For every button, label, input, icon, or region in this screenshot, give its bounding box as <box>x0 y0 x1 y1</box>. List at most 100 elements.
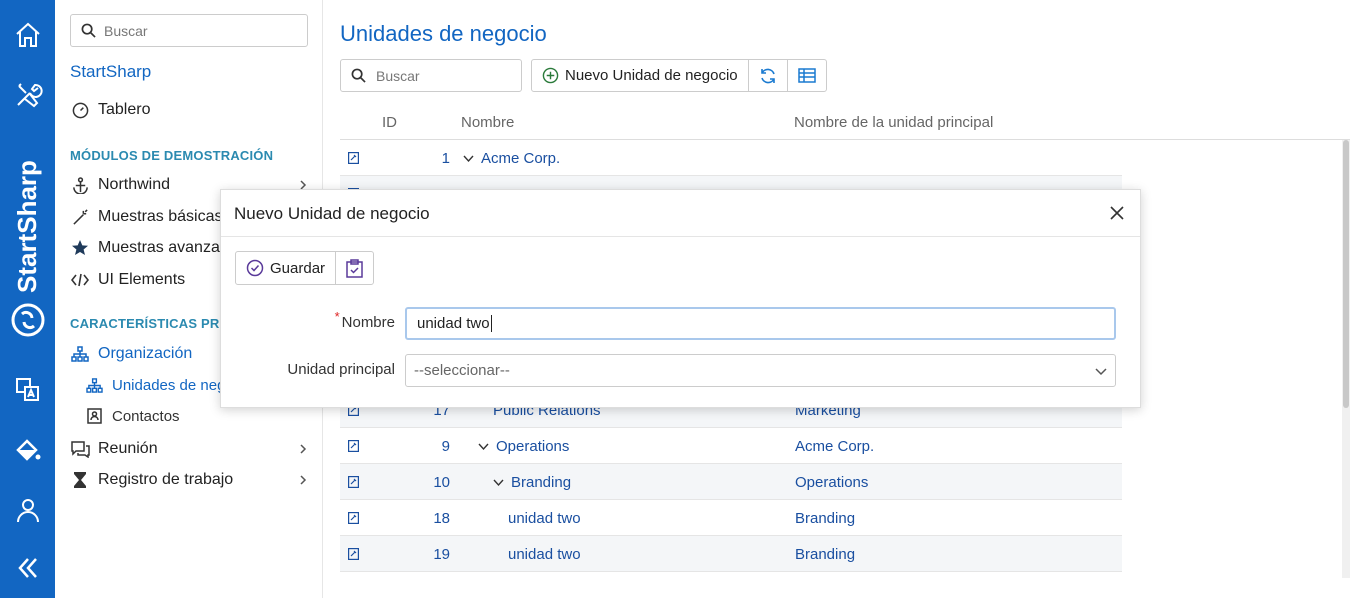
cell-id: 10 <box>433 474 450 491</box>
sidebar-item-label: Contactos <box>112 407 180 425</box>
parent-unit-placeholder: --seleccionar-- <box>414 362 510 379</box>
sidebar-item-contacts[interactable]: Contactos <box>85 405 180 427</box>
cell-name-text: Acme Corp. <box>481 150 561 167</box>
code-icon <box>70 270 90 290</box>
table-row: 10 Branding Operations <box>340 464 1122 500</box>
speedometer-icon <box>70 100 90 120</box>
wand-icon <box>70 207 90 227</box>
column-header-id[interactable]: ID <box>382 114 397 131</box>
cell-name[interactable]: Branding <box>493 474 571 491</box>
dialog-toolbar: Guardar <box>235 251 375 285</box>
app-rail: StartSharp <box>0 0 55 598</box>
edit-row-icon[interactable] <box>348 439 360 453</box>
user-icon[interactable] <box>0 490 55 530</box>
name-field-label: * Nombre <box>225 309 395 331</box>
app-title[interactable]: StartSharp <box>70 62 151 82</box>
sidebar-item-label: Muestras básicas <box>98 208 223 225</box>
cell-name-text: unidad two <box>508 546 581 563</box>
svg-text:StartSharp: StartSharp <box>12 160 42 293</box>
close-icon[interactable] <box>1108 204 1126 222</box>
add-circle-icon <box>542 67 559 84</box>
new-button-label: Nuevo Unidad de negocio <box>565 67 738 84</box>
sidebar-item-northwind[interactable]: Northwind <box>70 173 170 197</box>
cell-id: 1 <box>441 150 450 167</box>
sidebar-search-placeholder: Buscar <box>104 22 148 39</box>
search-icon <box>351 68 366 83</box>
sidebar-item-organization[interactable]: Organización <box>70 342 192 366</box>
cell-name-text: unidad two <box>508 510 581 527</box>
sidebar-section-demo: MÓDULOS DE DEMOSTRACIÓN <box>70 148 274 163</box>
cell-name-text: Branding <box>511 474 572 491</box>
cell-id: 18 <box>433 510 450 527</box>
clipboard-check-icon <box>346 258 363 278</box>
cell-name[interactable]: Operations <box>478 438 569 455</box>
column-picker-button[interactable] <box>788 60 826 91</box>
sidebar-item-dashboard[interactable]: Tablero <box>70 98 150 122</box>
cell-name-text: Operations <box>496 438 570 455</box>
column-header-name[interactable]: Nombre <box>461 114 514 131</box>
edit-row-icon[interactable] <box>348 547 360 561</box>
name-field-value: unidad two <box>417 315 490 332</box>
sidebar-item-label: Organización <box>98 345 193 362</box>
new-business-unit-button[interactable]: Nuevo Unidad de negocio <box>532 60 749 91</box>
expand-toggle-icon[interactable] <box>463 155 475 163</box>
name-field[interactable]: unidad two <box>405 307 1116 340</box>
grid-header: ID Nombre Nombre de la unidad principal <box>340 104 1350 140</box>
cell-parent[interactable]: Operations <box>795 474 868 491</box>
table-icon <box>797 68 816 83</box>
hourglass-icon <box>70 470 90 490</box>
chevron-right-icon <box>300 475 307 485</box>
home-icon[interactable] <box>0 15 55 55</box>
grid-scrollbar[interactable] <box>1342 140 1350 578</box>
chat-icon <box>70 439 90 459</box>
dialog-title: Nuevo Unidad de negocio <box>234 204 430 223</box>
required-mark: * <box>334 309 340 324</box>
table-row: 19 unidad two Branding <box>340 536 1122 572</box>
anchor-icon <box>70 175 90 195</box>
table-row: 18 unidad two Branding <box>340 500 1122 536</box>
sidebar-item-label: Registro de trabajo <box>98 471 234 488</box>
cell-name[interactable]: Acme Corp. <box>463 150 560 167</box>
chevron-right-icon <box>300 444 307 454</box>
paint-bucket-icon[interactable] <box>0 430 55 470</box>
save-button[interactable]: Guardar <box>236 252 337 284</box>
expand-toggle-icon[interactable] <box>478 443 490 451</box>
apply-button[interactable] <box>336 252 373 284</box>
search-icon <box>81 23 96 38</box>
parent-unit-select[interactable]: --seleccionar-- <box>405 354 1116 387</box>
new-business-unit-dialog: Nuevo Unidad de negocio Guardar * Nombre … <box>220 189 1141 408</box>
table-row: 1 Acme Corp. <box>340 140 1122 176</box>
sidebar-item-work-log[interactable]: Registro de trabajo <box>70 468 233 492</box>
sidebar-item-meeting[interactable]: Reunión <box>70 437 158 461</box>
sitemap-icon <box>70 344 90 364</box>
sidebar-item-ui-elements[interactable]: UI Elements <box>70 268 185 292</box>
parent-field-label: Unidad principal <box>287 361 395 378</box>
grid-search-input[interactable]: Buscar <box>340 59 522 92</box>
cell-parent[interactable]: Branding <box>795 546 855 563</box>
refresh-button[interactable] <box>749 60 788 91</box>
contact-card-icon <box>85 407 103 425</box>
cell-parent[interactable]: Acme Corp. <box>795 438 874 455</box>
save-button-label: Guardar <box>270 259 326 277</box>
cell-parent[interactable]: Branding <box>795 510 855 527</box>
cell-name[interactable]: unidad two <box>508 546 581 563</box>
cell-name[interactable]: unidad two <box>508 510 581 527</box>
expand-toggle-icon[interactable] <box>493 479 505 487</box>
column-header-parent[interactable]: Nombre de la unidad principal <box>794 114 993 131</box>
tools-icon[interactable] <box>0 75 55 115</box>
sidebar-search-input[interactable]: Buscar <box>70 14 308 47</box>
edit-row-icon[interactable] <box>348 475 360 489</box>
translate-icon[interactable] <box>0 370 55 410</box>
cell-id: 9 <box>441 438 450 455</box>
dialog-header: Nuevo Unidad de negocio <box>221 190 1140 237</box>
collapse-icon[interactable] <box>0 548 55 588</box>
page-title: Unidades de negocio <box>340 21 547 46</box>
edit-row-icon[interactable] <box>348 151 360 165</box>
scrollbar-thumb[interactable] <box>1343 140 1349 408</box>
name-label-text: Nombre <box>341 314 395 331</box>
grid-search-placeholder: Buscar <box>376 67 420 84</box>
brand-logo: StartSharp <box>11 160 45 337</box>
sidebar-item-basic-samples[interactable]: Muestras básicas <box>70 205 223 229</box>
sidebar-item-label: Tablero <box>98 101 151 118</box>
edit-row-icon[interactable] <box>348 511 360 525</box>
